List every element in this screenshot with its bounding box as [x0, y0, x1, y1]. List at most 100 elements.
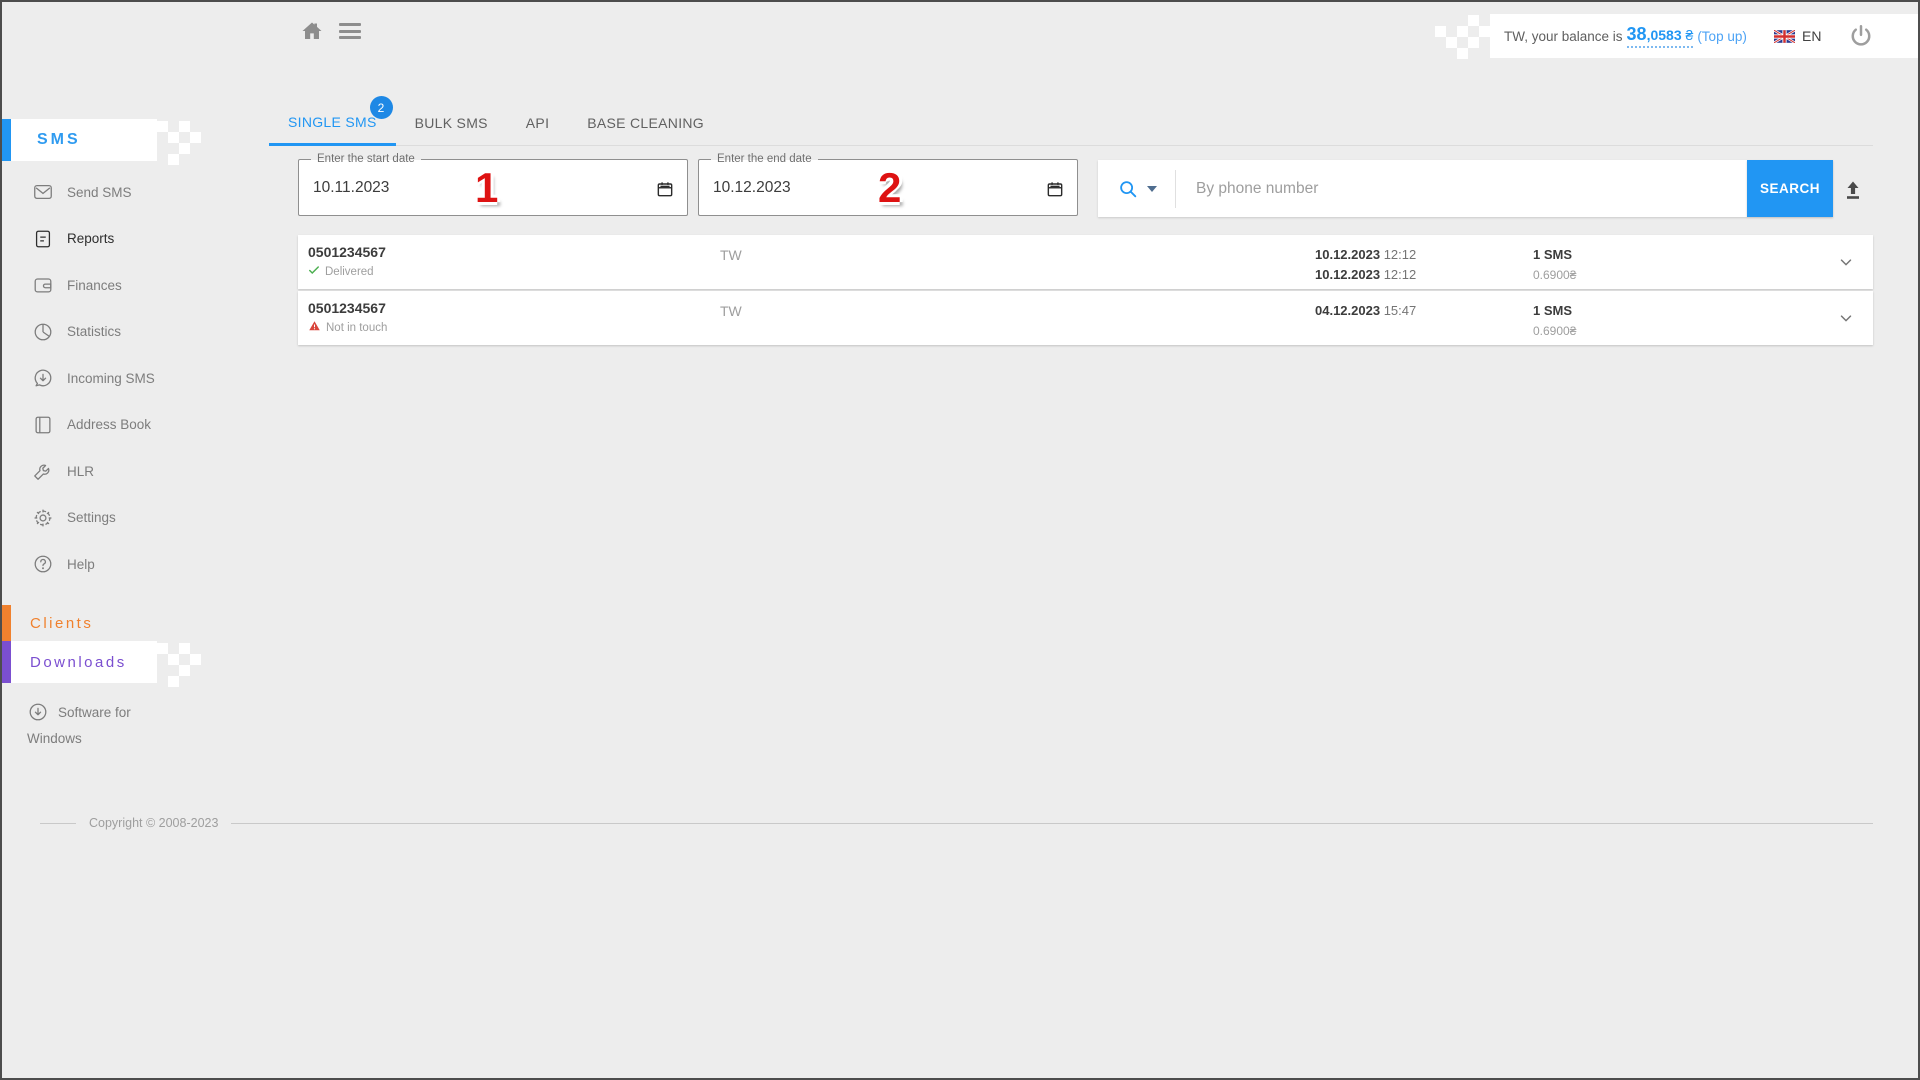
sms-count: 1 SMS: [1533, 301, 1576, 321]
tab-api[interactable]: API: [507, 100, 568, 146]
export-upload-icon[interactable]: [1840, 178, 1866, 202]
gear-icon: [32, 507, 54, 529]
sidebar-item-label: Send SMS: [67, 185, 132, 200]
sidebar-item-label: Settings: [67, 510, 116, 525]
start-date-label: Enter the start date: [311, 152, 421, 167]
search-input[interactable]: [1176, 160, 1747, 217]
sidebar-item-clients[interactable]: Clients: [2, 605, 157, 641]
sidebar-item-label: Finances: [67, 278, 122, 293]
status-label: Not in touch: [326, 322, 387, 334]
sidebar-item-finances[interactable]: Finances: [2, 262, 252, 309]
report-tabs: SINGLE SMS2 BULK SMS API BASE CLEANING: [269, 100, 723, 146]
sidebar-item-send-sms[interactable]: Send SMS: [2, 169, 252, 216]
sms-count: 1 SMS: [1533, 245, 1576, 265]
sidebar-item-label: Help: [67, 557, 95, 572]
sidebar-item-label: Address Book: [67, 417, 151, 432]
chevron-down-icon: [1147, 186, 1157, 192]
timestamp: 04.12.2023 15:47: [1315, 301, 1416, 321]
divider-line: [40, 823, 76, 824]
sidebar-section-sms[interactable]: SMS: [2, 119, 157, 161]
calendar-icon[interactable]: [1045, 179, 1065, 199]
uk-flag-icon: [1774, 30, 1795, 43]
sms-section-title: SMS: [37, 131, 81, 149]
balance-panel: TW, your balance is 38,0583 ₴ (Top up) E…: [1490, 14, 1918, 58]
menu-icon[interactable]: [339, 23, 361, 39]
language-label: EN: [1802, 28, 1821, 44]
tab-label: BULK SMS: [415, 115, 488, 131]
help-icon: [32, 553, 54, 575]
sms-report-list: 0501234567DeliveredTW10.12.2023 12:1210.…: [298, 235, 1873, 347]
download-icon: [27, 701, 49, 723]
expand-chevron-icon[interactable]: [1837, 253, 1855, 271]
envelope-icon: [32, 181, 54, 203]
tab-base-cleaning[interactable]: BASE CLEANING: [568, 100, 723, 146]
pie-icon: [32, 321, 54, 343]
sidebar-item-help[interactable]: Help: [2, 541, 252, 588]
language-selector[interactable]: EN: [1774, 14, 1821, 58]
downloads-label: Downloads: [30, 654, 127, 671]
tab-single-sms[interactable]: SINGLE SMS2: [269, 100, 396, 146]
search-type-dropdown[interactable]: [1098, 160, 1175, 217]
sms-report-row[interactable]: 0501234567DeliveredTW10.12.2023 12:1210.…: [298, 235, 1873, 289]
search-panel: [1098, 160, 1747, 217]
timestamp: 10.12.2023 12:12: [1315, 245, 1416, 265]
tab-bulk-sms[interactable]: BULK SMS: [396, 100, 507, 146]
check-icon: [308, 264, 320, 279]
sidebar-item-label: Statistics: [67, 324, 121, 339]
status-label: Delivered: [325, 266, 374, 278]
warning-icon: [308, 320, 321, 335]
balance-amount[interactable]: 38,0583 ₴: [1627, 24, 1694, 48]
sidebar-item-software-for-windows[interactable]: Software for Windows: [27, 700, 175, 752]
copyright-text: Copyright © 2008-2023: [89, 816, 218, 830]
sender-name: TW: [720, 303, 742, 319]
incoming-icon: [32, 367, 54, 389]
status-badge: Delivered: [308, 264, 386, 279]
annotation-marker-2: 2: [878, 161, 901, 215]
end-date-field[interactable]: Enter the end date 10.12.2023 2: [698, 159, 1078, 216]
balance-text: TW, your balance is 38,0583 ₴ (Top up): [1504, 14, 1747, 58]
sidebar-item-label: HLR: [67, 464, 94, 479]
annotation-marker-1: 1: [475, 161, 498, 215]
tab-label: BASE CLEANING: [587, 115, 704, 131]
sidebar-item-reports[interactable]: Reports: [2, 216, 252, 263]
sidebar-item-incoming-sms[interactable]: Incoming SMS: [2, 355, 252, 402]
clients-label: Clients: [30, 615, 93, 632]
topup-link[interactable]: (Top up): [1697, 29, 1747, 44]
sidebar-item-address-book[interactable]: Address Book: [2, 402, 252, 449]
calendar-icon[interactable]: [655, 179, 675, 199]
tab-label: SINGLE SMS: [288, 114, 377, 130]
wrench-icon: [32, 460, 54, 482]
sms-report-row[interactable]: 0501234567 Not in touch TW 04.12.2023 15:47…: [298, 291, 1873, 345]
sidebar-item-hlr[interactable]: HLR: [2, 448, 252, 495]
divider-line: [231, 823, 1873, 824]
sender-name: TW: [720, 247, 742, 263]
sidebar-item-label: Incoming SMS: [67, 371, 155, 386]
phone-number: 0501234567: [308, 244, 386, 260]
tab-label: API: [526, 115, 549, 131]
sms-price: 0.6900₴: [1533, 265, 1576, 285]
search-button[interactable]: SEARCH: [1747, 160, 1833, 217]
sidebar-nav: Send SMS Reports Finances Statistics Incomin…: [2, 169, 252, 588]
expand-chevron-icon[interactable]: [1837, 309, 1855, 327]
search-icon: [1117, 178, 1139, 200]
pixel-decoration: [157, 643, 168, 654]
power-icon[interactable]: [1848, 23, 1874, 49]
sms-price: 0.6900₴: [1533, 321, 1576, 341]
end-date-value[interactable]: 10.12.2023: [713, 179, 791, 197]
copyright: Copyright © 2008-2023: [40, 816, 1873, 830]
pixel-decoration: [1468, 15, 1479, 26]
sidebar-item-downloads[interactable]: Downloads: [2, 641, 157, 683]
status-badge: Not in touch: [308, 320, 387, 335]
phone-number: 0501234567: [308, 300, 387, 316]
document-icon: [32, 228, 54, 250]
wallet-icon: [32, 274, 54, 296]
sidebar-item-settings[interactable]: Settings: [2, 495, 252, 542]
start-date-value[interactable]: 10.11.2023: [313, 179, 389, 197]
end-date-label: Enter the end date: [711, 152, 818, 167]
start-date-field[interactable]: Enter the start date 10.11.2023 1: [298, 159, 688, 216]
balance-prefix: TW, your balance is: [1504, 29, 1623, 44]
sidebar-item-statistics[interactable]: Statistics: [2, 309, 252, 356]
home-icon[interactable]: [300, 19, 324, 43]
tab-badge: 2: [370, 96, 393, 119]
book-icon: [32, 414, 54, 436]
